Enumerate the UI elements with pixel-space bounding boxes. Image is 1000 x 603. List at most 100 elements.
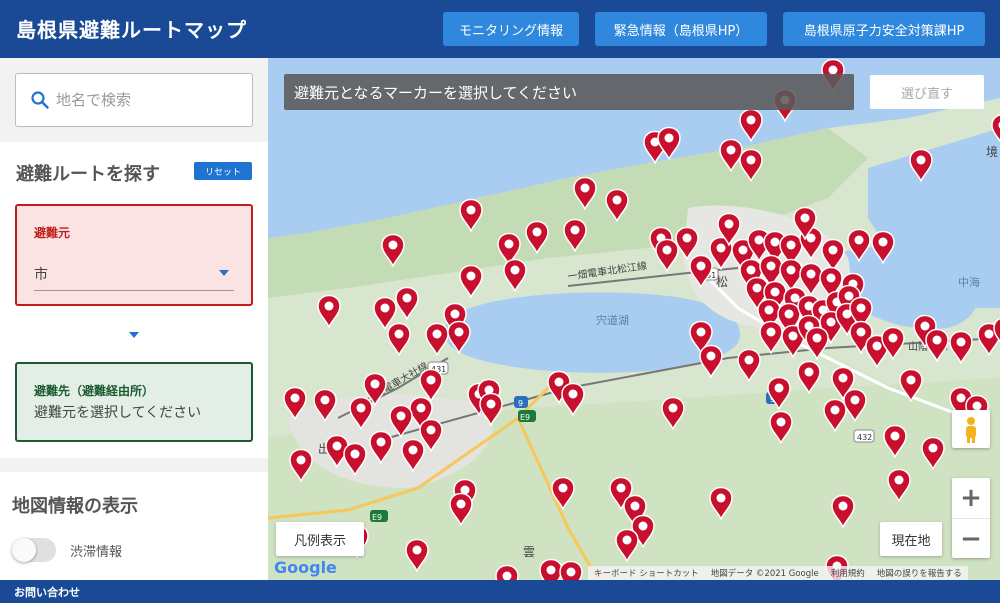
evacuation-marker-icon[interactable] bbox=[478, 392, 504, 427]
evacuation-marker-icon[interactable] bbox=[882, 424, 908, 459]
evacuation-marker-icon[interactable] bbox=[458, 198, 484, 233]
evacuation-marker-icon[interactable] bbox=[562, 218, 588, 253]
evacuation-marker-icon[interactable] bbox=[418, 368, 444, 403]
evacuation-marker-icon[interactable] bbox=[736, 348, 762, 383]
evacuation-marker-icon[interactable] bbox=[362, 372, 388, 407]
evacuation-marker-icon[interactable] bbox=[992, 316, 1000, 350]
evacuation-marker-icon[interactable] bbox=[404, 538, 430, 573]
search-box[interactable] bbox=[15, 73, 253, 127]
evacuation-marker-icon[interactable] bbox=[792, 206, 818, 241]
evacuation-marker-icon[interactable] bbox=[898, 368, 924, 403]
keyboard-shortcuts-link[interactable]: キーボード ショートカット bbox=[594, 567, 699, 579]
evacuation-marker-icon[interactable] bbox=[524, 220, 550, 255]
evacuation-marker-icon[interactable] bbox=[908, 148, 934, 183]
evacuation-marker-icon[interactable] bbox=[708, 486, 734, 521]
app-title: 島根県避難ルートマップ bbox=[16, 18, 247, 42]
svg-text:E9: E9 bbox=[372, 513, 382, 522]
route-shield-9a: 9 bbox=[514, 396, 528, 408]
monitoring-button[interactable]: モニタリング情報 bbox=[443, 12, 579, 46]
evacuation-marker-icon[interactable] bbox=[446, 320, 472, 355]
evacuation-marker-icon[interactable] bbox=[698, 344, 724, 379]
map-view[interactable]: 宍道湖 中海 一畑電車北松江線 一畑電車大社線 山陰本線 雲 松 境 出 431… bbox=[268, 58, 1000, 580]
evacuation-marker-icon[interactable] bbox=[924, 328, 950, 363]
evacuation-marker-icon[interactable] bbox=[394, 286, 420, 321]
zoom-in-button[interactable]: + bbox=[952, 478, 990, 518]
evacuation-marker-icon[interactable] bbox=[458, 264, 484, 299]
evacuation-marker-icon[interactable] bbox=[448, 492, 474, 527]
evacuation-marker-icon[interactable] bbox=[494, 564, 520, 580]
emergency-info-button[interactable]: 緊急情報（島根県HP） bbox=[595, 12, 767, 46]
evacuation-marker-icon[interactable] bbox=[614, 528, 640, 563]
evacuation-marker-icon[interactable] bbox=[572, 176, 598, 211]
evacuation-marker-icon[interactable] bbox=[766, 376, 792, 411]
search-icon bbox=[31, 91, 49, 109]
evacuation-marker-icon[interactable] bbox=[830, 494, 856, 529]
evacuation-marker-icon[interactable] bbox=[288, 448, 314, 483]
traffic-toggle[interactable] bbox=[12, 538, 56, 562]
evacuation-marker-icon[interactable] bbox=[560, 382, 586, 417]
evacuation-marker-icon[interactable] bbox=[886, 468, 912, 503]
google-logo: Google bbox=[274, 558, 337, 577]
evacuation-marker-icon[interactable] bbox=[738, 108, 764, 143]
svg-text:E9: E9 bbox=[520, 413, 530, 422]
evacuation-marker-icon[interactable] bbox=[846, 228, 872, 263]
evacuation-marker-icon[interactable] bbox=[550, 476, 576, 511]
evacuation-marker-icon[interactable] bbox=[502, 258, 528, 293]
evacuation-marker-icon[interactable] bbox=[738, 148, 764, 183]
origin-label: 避難元 bbox=[34, 226, 71, 240]
evacuation-marker-icon[interactable] bbox=[400, 438, 426, 473]
zoom-out-button[interactable]: − bbox=[952, 518, 990, 558]
evacuation-marker-icon[interactable] bbox=[870, 230, 896, 265]
terms-link[interactable]: 利用規約 bbox=[831, 567, 865, 579]
search-input[interactable] bbox=[56, 87, 246, 113]
app-header: 島根県避難ルートマップ モニタリング情報 緊急情報（島根県HP） 島根県原子力安… bbox=[0, 0, 1000, 58]
destination-value: 避難元を選択してください bbox=[34, 405, 202, 421]
sidebar: 避難ルートを探す リセット 避難元 市 避難先（避難経由所） 避難元を選択してく… bbox=[0, 58, 268, 580]
svg-text:432: 432 bbox=[857, 433, 872, 442]
current-location-button[interactable]: 現在地 bbox=[880, 522, 942, 556]
evacuation-marker-icon[interactable] bbox=[380, 233, 406, 268]
origin-select[interactable]: 避難元 市 bbox=[15, 204, 253, 306]
evacuation-marker-icon[interactable] bbox=[386, 322, 412, 357]
destination-box: 避難先（避難経由所） 避難元を選択してください bbox=[15, 362, 253, 442]
legend-button[interactable]: 凡例表示 bbox=[276, 522, 364, 556]
nuclear-safety-button[interactable]: 島根県原子力安全対策課HP bbox=[783, 12, 985, 46]
evacuation-marker-icon[interactable] bbox=[654, 238, 680, 273]
evacuation-marker-icon[interactable] bbox=[660, 396, 686, 431]
evacuation-marker-icon[interactable] bbox=[804, 326, 830, 361]
evacuation-marker-icon[interactable] bbox=[920, 436, 946, 471]
route-title: 避難ルートを探す bbox=[16, 164, 160, 185]
evacuation-marker-icon[interactable] bbox=[604, 188, 630, 223]
izumo-label: 雲 bbox=[523, 545, 535, 559]
evacuation-marker-icon[interactable] bbox=[880, 326, 906, 361]
svg-text:9: 9 bbox=[518, 399, 523, 408]
evacuation-marker-icon[interactable] bbox=[990, 113, 1000, 147]
lake-label: 宍道湖 bbox=[596, 313, 629, 327]
google-logo-text: Google bbox=[274, 558, 337, 577]
origin-value[interactable]: 市 bbox=[34, 264, 48, 284]
evacuation-marker-icon[interactable] bbox=[342, 442, 368, 477]
reselect-button[interactable]: 選び直す bbox=[870, 75, 984, 109]
nakaumi-label: 中海 bbox=[958, 275, 980, 289]
zoom-control: + − bbox=[952, 478, 990, 558]
chevron-down-icon[interactable] bbox=[219, 270, 229, 276]
toggle-knob[interactable] bbox=[12, 538, 36, 562]
evacuation-marker-icon[interactable] bbox=[688, 254, 714, 289]
route-shield-e9a: E9 bbox=[518, 410, 536, 422]
contact-link[interactable]: お問い合わせ bbox=[14, 584, 80, 600]
evacuation-marker-icon[interactable] bbox=[842, 388, 868, 423]
evacuation-marker-icon[interactable] bbox=[558, 560, 584, 580]
reset-button[interactable]: リセット bbox=[194, 162, 252, 180]
evacuation-marker-icon[interactable] bbox=[948, 330, 974, 365]
evacuation-marker-icon[interactable] bbox=[796, 360, 822, 395]
evacuation-marker-icon[interactable] bbox=[316, 294, 342, 329]
map-info-panel: 地図情報の表示 渋滞情報 bbox=[0, 472, 268, 580]
evacuation-marker-icon[interactable] bbox=[656, 126, 682, 161]
evacuation-marker-icon[interactable] bbox=[368, 430, 394, 465]
map-info-title: 地図情報の表示 bbox=[12, 496, 138, 517]
street-view-pegman-icon[interactable] bbox=[952, 410, 990, 448]
evacuation-marker-icon[interactable] bbox=[282, 386, 308, 421]
report-error-link[interactable]: 地図の誤りを報告する bbox=[877, 567, 962, 579]
evacuation-marker-icon[interactable] bbox=[768, 410, 794, 445]
evacuation-marker-icon[interactable] bbox=[312, 388, 338, 423]
